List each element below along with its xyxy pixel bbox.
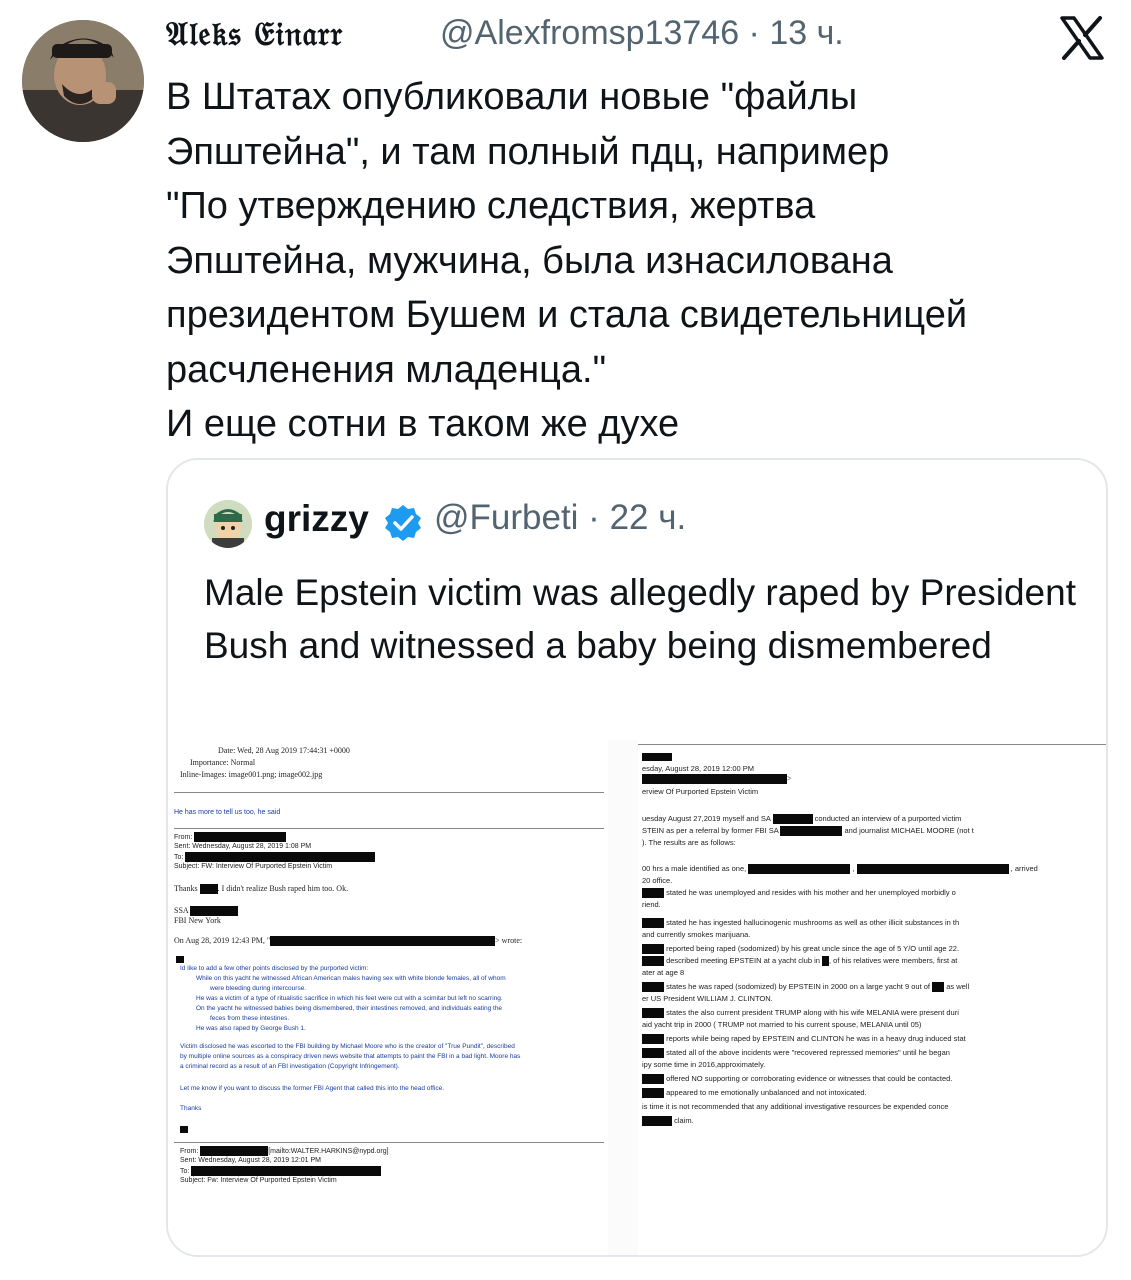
doc-r-l9: riend.	[642, 900, 661, 909]
doc-r-l3a: uesday August 27,2019 myself and SA	[642, 814, 771, 823]
doc-r-l17: states the also current president TRUMP …	[666, 1008, 959, 1017]
doc-r-l10: stated he has ingested hallucinogenic mu…	[666, 918, 960, 927]
doc-from2-label: From:	[180, 1147, 199, 1155]
doc-r-subject: erview Of Purported Epstein Victim	[642, 787, 759, 796]
doc-bullet-intro: Id like to add a few other points disclo…	[180, 965, 369, 972]
document-right-page: esday, August 28, 2019 12:00 PM > erview…	[638, 740, 1106, 1255]
quoted-author-name[interactable]: grizzy	[264, 498, 369, 540]
doc-bullet-1: While on this yacht he witnessed African…	[196, 975, 506, 982]
doc-to2-label: To:	[180, 1167, 190, 1175]
doc-r-l18: aid yacht trip in 2000 ( TRUMP not marri…	[642, 1020, 922, 1029]
doc-r-date: esday, August 28, 2019 12:00 PM	[642, 764, 755, 773]
quoted-tweet-image[interactable]: Date: Wed, 28 Aug 2019 17:44:31 +0000 Im…	[168, 740, 1106, 1255]
doc-r-l7: 20 office.	[642, 876, 673, 885]
document-left-page: Date: Wed, 28 Aug 2019 17:44:31 +0000 Im…	[168, 740, 608, 1255]
doc-date: Date: Wed, 28 Aug 2019 17:44:31 +0000	[218, 746, 350, 755]
doc-thanks-2: Thanks	[180, 1105, 202, 1112]
doc-sent2: Sent: Wednesday, August 28, 2019 12:01 P…	[180, 1157, 322, 1164]
quoted-author-avatar[interactable]	[204, 500, 252, 548]
doc-subject: Subject: FW: Interview Of Purported Epst…	[174, 863, 333, 870]
quoted-handle-time[interactable]: @Furbeti · 22 ч.	[434, 498, 686, 538]
doc-fbi-ny: FBI New York	[174, 916, 221, 925]
doc-r-l22: offered NO supporting or corroborating e…	[666, 1074, 953, 1083]
author-avatar[interactable]	[22, 20, 144, 142]
doc-r-l3b: conducted an interview of a purported vi…	[814, 814, 962, 823]
doc-r-l15a: states he was raped (sodomized) by EPSTE…	[666, 982, 930, 991]
doc-wrote: > wrote:	[495, 936, 523, 945]
doc-bullet-3b: feces from these intestines.	[210, 1015, 290, 1022]
doc-ssa: SSA	[174, 906, 189, 915]
doc-r-l4b: and journalist MICHAEL MOORE (not t	[844, 826, 974, 835]
doc-r-l4a: STEIN as per a referral by former FBI SA	[642, 826, 779, 835]
doc-r-l13b: , of his relatives were members, first a…	[829, 956, 958, 965]
doc-to-label: To:	[174, 853, 184, 861]
doc-subject2: Subject: Fw: Interview Of Purported Epst…	[180, 1177, 337, 1184]
doc-r-l15b: as well	[946, 982, 970, 991]
doc-mailto: [mailto:WALTER.HARKINS@nypd.org]	[268, 1147, 389, 1155]
author-handle-time[interactable]: @Alexfromsp13746 · 13 ч.	[440, 14, 844, 53]
doc-thanks: Thanks	[174, 884, 198, 893]
doc-para-4: Let me know if you want to discuss the f…	[180, 1085, 444, 1092]
doc-bullet-1b: were bleeding during intercourse.	[210, 985, 307, 992]
doc-r-l13a: described meeting EPSTEIN at a yacht clu…	[666, 956, 820, 965]
doc-r-l25: claim.	[674, 1116, 694, 1125]
verified-badge-icon	[385, 505, 421, 541]
doc-r-l8: stated he was unemployed and resides wit…	[666, 888, 956, 897]
doc-r-l14: ater at age 8	[642, 968, 685, 977]
quoted-tweet-card[interactable]: grizzy @Furbeti · 22 ч. Male Epstein vic…	[166, 458, 1108, 1257]
doc-para-3: a criminal record as a result of an FBI …	[180, 1063, 400, 1070]
doc-r-l16: er US President WILLIAM J. CLINTON.	[642, 994, 773, 1003]
doc-on-date: On Aug 28, 2019 12:43 PM, "	[174, 936, 271, 945]
doc-told: He has more to tell us too, he said	[174, 809, 281, 816]
doc-r-l19: reports while being raped by EPSTEIN and…	[666, 1034, 966, 1043]
doc-bullet-2: He was a victim of a type of ritualistic…	[196, 995, 503, 1002]
doc-importance: Importance: Normal	[190, 758, 256, 767]
doc-from-label: From:	[174, 833, 193, 841]
tweet-text: В Штатах опубликовали новые "файлы Эпште…	[166, 76, 968, 445]
x-logo-icon	[1060, 16, 1104, 60]
quoted-tweet-text: Male Epstein victim was allegedly raped …	[204, 572, 1076, 666]
doc-r-l6b: arrived	[1014, 864, 1038, 873]
doc-para-2: by multiple online sources as a conspira…	[180, 1053, 521, 1060]
doc-r-l21: ipy some time in 2016,approximately.	[642, 1060, 766, 1069]
doc-r-l24: is time it is not recommended that any a…	[642, 1102, 949, 1111]
doc-sent: Sent: Wednesday, August 28, 2019 1:08 PM	[174, 843, 312, 850]
doc-bullet-3: On the yacht he witnessed babies being d…	[196, 1005, 503, 1012]
doc-bullet-4: He was also raped by George Bush 1.	[196, 1025, 306, 1032]
doc-bush-line: . I didn't realize Bush raped him too. O…	[217, 884, 349, 893]
doc-r-l5: ). The results are as follows:	[642, 838, 736, 847]
doc-inline-images: Inline-Images: image001.png; image002.jp…	[180, 770, 323, 779]
doc-r-l6a: 00 hrs a male identified as one,	[642, 864, 747, 873]
doc-para-1: Victim disclosed he was escorted to the …	[180, 1043, 515, 1050]
doc-r-l20: stated all of the above incidents were "…	[666, 1048, 950, 1057]
doc-r-l11: and currently smokes marijuana.	[642, 930, 751, 939]
doc-r-l23: appeared to me emotionally unbalanced an…	[666, 1088, 867, 1097]
author-name[interactable]: 𝔄𝔩𝔢𝔨𝔰 𝔈𝔦𝔫𝔞𝔯𝔯	[166, 14, 343, 54]
doc-r-l12: reported being raped (sodomized) by his …	[666, 944, 960, 953]
